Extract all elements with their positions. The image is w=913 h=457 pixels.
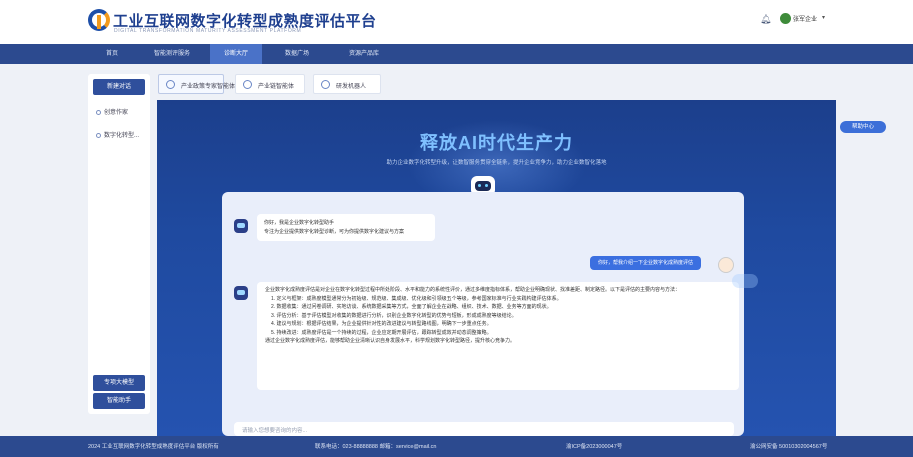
chat-sidebar: 新建对话 创意作家 数字化转型... 专项大模型 智能助手 <box>88 74 150 414</box>
nav-item-data-square[interactable]: 数据广场 <box>272 44 322 64</box>
hero-subtitle: 助力企业数字化转型升级，让数智服务贯穿全链条，提升企业竞争力，助力企业数智化落地 <box>386 160 607 166</box>
nav-item-assessment[interactable]: 智能测评服务 <box>140 44 204 64</box>
sidebar-item-digital-transform[interactable]: 数字化转型... <box>96 130 146 142</box>
bot-greeting-message: 你好，我是企业数字化转型助手 专注为企业提供数字化转型诊断，可为你提供数字化建议… <box>257 214 435 241</box>
chat-bubble-icon <box>96 132 101 138</box>
bot-answer-message: 企业数字化成熟度评估是对企业在数字化转型过程中所处阶段、水平和能力的系统性评价，… <box>257 282 739 390</box>
smart-assistant-button[interactable]: 智能助手 <box>93 393 145 409</box>
help-center-button[interactable]: 帮助中心 <box>840 121 886 133</box>
user-avatar[interactable] <box>780 13 791 24</box>
chat-input[interactable]: 请输入您想要咨询的内容... <box>234 422 734 436</box>
nav-item-resource-library[interactable]: 资源产品库 <box>334 44 394 64</box>
agent-icon <box>321 80 330 89</box>
top-header: 工业互联网数字化转型成熟度评估平台 DIGITAL TRANSFORMATION… <box>0 0 913 44</box>
footer-copyright: 2024 工业互联网数字化转型成熟度评估平台 版权所有 <box>88 444 219 450</box>
footer-contact: 联系电话：023-88888888 邮箱：service@mail.cn <box>315 444 437 450</box>
chat-bubble-icon <box>96 109 101 115</box>
agent-icon <box>166 80 175 89</box>
hero-title: 释放AI时代生产力 <box>420 133 573 153</box>
site-subtitle: DIGITAL TRANSFORMATION MATURITY ASSESSME… <box>114 28 302 34</box>
answer-point-list: 1. 定义与框架：成熟度模型通常分为初始级、规范级、集成级、优化级和引领级五个等… <box>271 295 562 336</box>
platform-logo-icon[interactable] <box>88 9 110 33</box>
new-chat-button[interactable]: 新建对话 <box>93 79 145 95</box>
cloud-icon <box>732 274 758 288</box>
nav-item-home[interactable]: 首页 <box>88 44 136 64</box>
chat-area: 你好，我是企业数字化转型助手 专注为企业提供数字化转型诊断，可为你提供数字化建议… <box>222 192 744 436</box>
chat-main-panel: 释放AI时代生产力 助力企业数字化转型升级，让数智服务贯穿全链条，提升企业竞争力… <box>157 100 836 436</box>
footer-icp[interactable]: 渝ICP备2023000047号 <box>566 442 622 450</box>
sidebar-item-creative-writer[interactable]: 创意作家 <box>96 107 146 119</box>
special-model-button[interactable]: 专项大模型 <box>93 375 145 391</box>
footer-police[interactable]: 渝公网安备 50010302004567号 <box>750 442 827 450</box>
username[interactable]: 张军企业 <box>793 14 817 23</box>
bot-avatar-icon <box>234 219 248 233</box>
main-nav: 首页 智能测评服务 诊断大厅 数据广场 资源产品库 <box>0 44 913 64</box>
tab-rd-robot[interactable]: 研发机器人 <box>313 74 381 94</box>
bell-icon[interactable]: 🔔︎ <box>760 14 771 25</box>
nav-item-diagnosis-hall[interactable]: 诊断大厅 <box>210 44 262 64</box>
tab-industry-chain[interactable]: 产业链智能体 <box>235 74 305 94</box>
bot-avatar-icon <box>234 286 248 300</box>
footer: 2024 工业互联网数字化转型成熟度评估平台 版权所有 联系电话：023-888… <box>0 436 913 457</box>
tab-policy-expert[interactable]: 产业政策专家智能体 <box>158 74 235 94</box>
agent-icon <box>243 80 252 89</box>
user-question-message: 你好，帮我介绍一下企业数字化成熟度评估 <box>590 256 702 270</box>
chevron-down-icon[interactable]: ▾ <box>822 14 825 21</box>
user-avatar <box>718 257 734 273</box>
